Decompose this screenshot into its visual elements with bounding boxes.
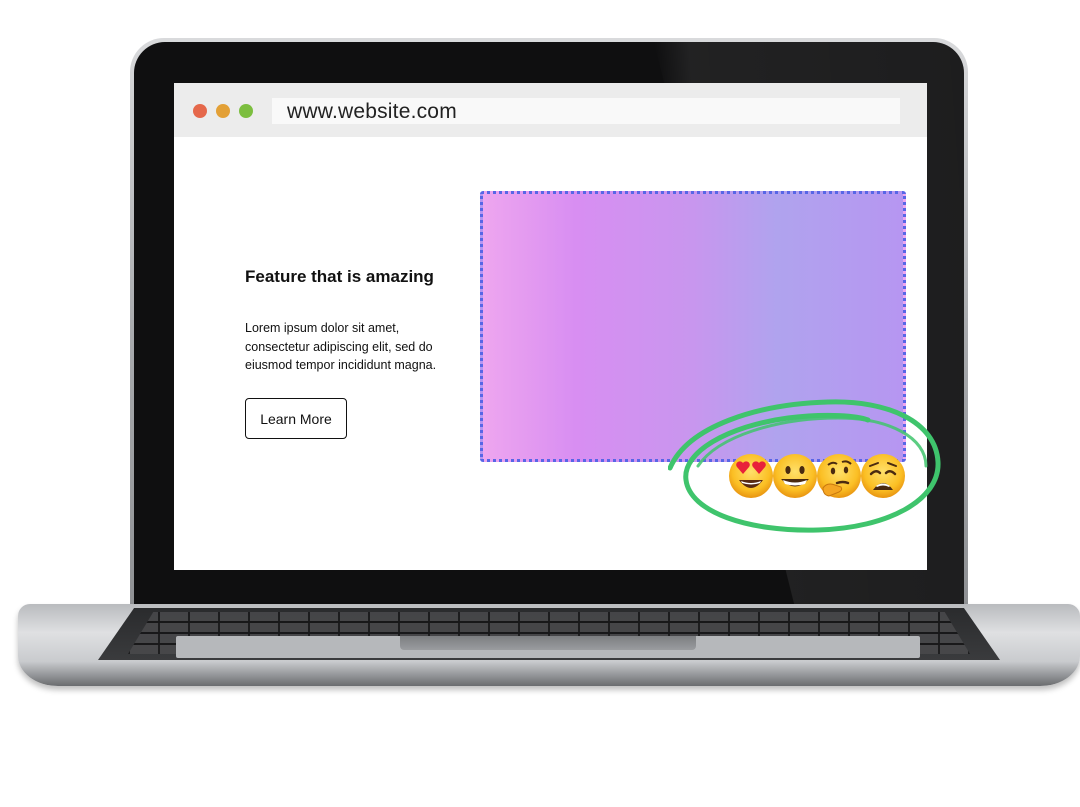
browser-toolbar: www.website.com [174, 83, 927, 137]
feature-title: Feature that is amazing [245, 267, 434, 286]
address-bar[interactable]: www.website.com [272, 98, 900, 124]
minimize-window-dot[interactable] [216, 104, 230, 118]
thinking-emoji-icon[interactable] [815, 452, 863, 500]
laptop-base [18, 604, 1080, 686]
reaction-emojis [727, 452, 907, 504]
heart-eyes-emoji-icon[interactable] [727, 452, 775, 500]
feature-description: Lorem ipsum dolor sit amet, consectetur … [245, 321, 437, 372]
url-text: www.website.com [287, 100, 457, 123]
trackpad [400, 636, 696, 650]
weary-emoji-icon[interactable] [859, 452, 907, 500]
close-window-dot[interactable] [193, 104, 207, 118]
learn-more-button[interactable]: Learn More [245, 398, 347, 439]
maximize-window-dot[interactable] [239, 104, 253, 118]
grinning-emoji-icon[interactable] [771, 452, 819, 500]
